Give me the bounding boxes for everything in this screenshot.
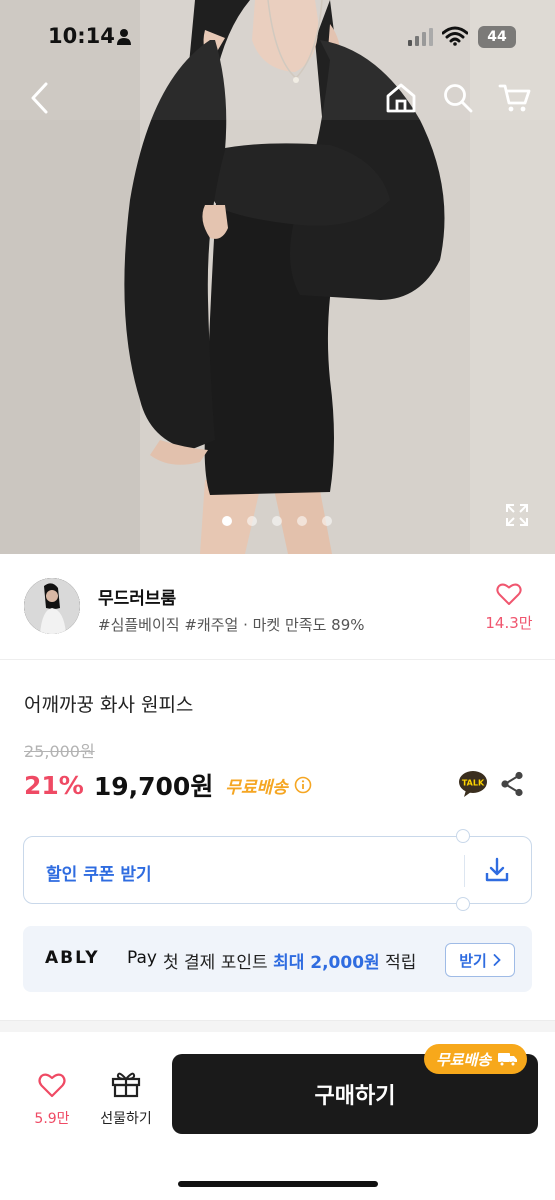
product-image-gallery[interactable]: 10:14 44 bbox=[0, 0, 555, 554]
sale-price: 19,700원 bbox=[93, 772, 214, 801]
heart-icon bbox=[38, 1073, 66, 1098]
share-icon[interactable] bbox=[500, 771, 524, 797]
seller-row[interactable]: 무드러브룸 #심플베이직 #캐주얼 · 마켓 만족도 89% 14.3만 bbox=[0, 554, 555, 660]
status-time: 10:14 bbox=[48, 24, 115, 48]
product-name: 어깨까꿍 화사 원피스 bbox=[24, 694, 194, 716]
price-row: 21% 19,700원 무료배송 bbox=[24, 768, 312, 802]
download-icon bbox=[485, 857, 509, 882]
message-suffix: 적립 bbox=[385, 953, 417, 973]
seller-tags: #심플베이직 #캐주얼 · 마켓 만족도 89% bbox=[98, 616, 365, 634]
coupon-label: 할인 쿠폰 받기 bbox=[46, 865, 152, 885]
back-button[interactable] bbox=[26, 80, 54, 116]
search-icon[interactable] bbox=[442, 82, 474, 114]
wifi-icon bbox=[442, 26, 468, 46]
original-price: 25,000원 bbox=[24, 742, 95, 761]
like-count: 5.9만 bbox=[34, 1111, 70, 1127]
pagination-dot[interactable] bbox=[322, 516, 332, 526]
pagination-dot[interactable] bbox=[247, 516, 257, 526]
ticket-notch bbox=[456, 897, 470, 911]
coupon-download-button[interactable]: 할인 쿠폰 받기 bbox=[23, 829, 532, 911]
gift-button[interactable]: 선물하기 bbox=[92, 1070, 160, 1128]
seller-favorite-button[interactable]: 14.3만 bbox=[484, 582, 534, 633]
home-icon[interactable] bbox=[384, 82, 418, 114]
bottom-action-bar: 5.9만 선물하기 구매하기 무료배송 bbox=[0, 1036, 555, 1200]
like-button[interactable]: 5.9만 bbox=[26, 1072, 78, 1128]
pagination-dot[interactable] bbox=[222, 516, 232, 526]
discount-rate: 21% bbox=[24, 770, 84, 800]
free-shipping-badge-label: 무료배송 bbox=[436, 1050, 492, 1069]
battery-indicator: 44 bbox=[478, 26, 516, 48]
gallery-pagination bbox=[222, 516, 332, 526]
gift-label: 선물하기 bbox=[100, 1111, 152, 1127]
receive-label: 받기 bbox=[459, 951, 487, 970]
favorite-count: 14.3만 bbox=[485, 614, 533, 632]
expand-icon[interactable] bbox=[504, 502, 530, 528]
pay-label: Pay bbox=[127, 948, 157, 968]
heart-icon bbox=[496, 583, 522, 605]
ably-brand: ABLY bbox=[45, 948, 100, 968]
cart-icon[interactable] bbox=[498, 82, 532, 114]
seller-avatar[interactable] bbox=[24, 578, 80, 634]
section-divider bbox=[0, 1020, 555, 1032]
truck-icon bbox=[498, 1053, 518, 1067]
home-indicator bbox=[178, 1181, 378, 1187]
ably-pay-message: 첫 결제 포인트 최대 2,000원 적립 bbox=[163, 948, 416, 973]
gift-icon bbox=[111, 1072, 141, 1098]
chevron-right-icon bbox=[493, 954, 501, 966]
pagination-dot[interactable] bbox=[272, 516, 282, 526]
person-icon bbox=[117, 29, 131, 45]
status-bar: 10:14 44 bbox=[0, 0, 555, 72]
ably-pay-banner[interactable]: ABLY Pay 첫 결제 포인트 최대 2,000원 적립 받기 bbox=[23, 926, 532, 992]
ticket-notch bbox=[456, 829, 470, 843]
free-shipping-badge: 무료배송 bbox=[424, 1044, 528, 1074]
kakao-talk-icon[interactable]: TALK bbox=[458, 770, 488, 798]
pagination-dot[interactable] bbox=[297, 516, 307, 526]
cellular-signal-icon bbox=[408, 28, 433, 46]
message-prefix: 첫 결제 포인트 bbox=[163, 953, 268, 973]
ably-pay-receive-button[interactable]: 받기 bbox=[445, 943, 515, 977]
info-icon[interactable] bbox=[294, 776, 312, 794]
message-highlight: 최대 2,000원 bbox=[273, 953, 380, 973]
svg-text:TALK: TALK bbox=[462, 779, 485, 788]
coupon-divider bbox=[464, 855, 465, 887]
free-shipping-label: 무료배송 bbox=[225, 777, 288, 798]
seller-name[interactable]: 무드러브룸 bbox=[98, 584, 176, 609]
